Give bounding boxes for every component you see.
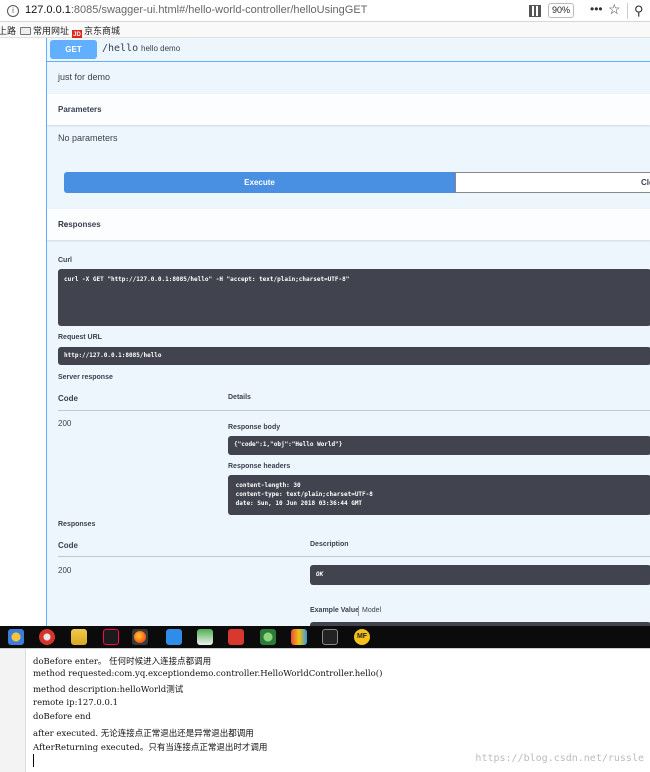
- example-value-tab[interactable]: Example Value: [310, 607, 359, 614]
- response-headers[interactable]: content-length: 30 content-type: text/pl…: [228, 475, 650, 515]
- zoom-badge[interactable]: 90%: [548, 3, 574, 18]
- bookmarks-bar: 上路 常用网址 JD 京东商城: [0, 22, 650, 40]
- more-icon[interactable]: •••: [590, 2, 603, 16]
- request-url-label: Request URL: [58, 334, 102, 341]
- console-line: after executed. 无论连接点正常退出还是异常退出都调用: [33, 729, 254, 739]
- clear-button[interactable]: Clear: [455, 172, 650, 193]
- response-status-code: 200: [58, 419, 72, 428]
- info-icon[interactable]: i: [7, 5, 19, 17]
- response-headers-label: Response headers: [228, 463, 291, 470]
- request-url[interactable]: http://127.0.0.1:8085/hello: [58, 347, 650, 365]
- taskbar: MF: [0, 626, 650, 648]
- mf-app-icon[interactable]: MF: [354, 629, 370, 645]
- execute-button[interactable]: Execute: [64, 172, 455, 193]
- qr-code-icon[interactable]: [529, 5, 541, 17]
- responses-header: Responses Re: [47, 209, 650, 240]
- details-column-header: Details: [228, 394, 251, 401]
- bookmark-item[interactable]: 上路: [0, 24, 16, 37]
- response-description: OK: [310, 565, 650, 585]
- sticky-note-icon[interactable]: [166, 629, 182, 645]
- color-picker-icon[interactable]: [291, 629, 307, 645]
- response-body[interactable]: {"code":1,"obj":"Hello World"}: [228, 436, 650, 455]
- endpoint-summary: hello demo: [141, 44, 181, 53]
- table-divider: [58, 410, 650, 411]
- parameters-header: Parameters: [47, 94, 650, 125]
- console-gutter: [0, 649, 26, 772]
- firefox-icon[interactable]: [132, 629, 148, 645]
- bookmark-common-sites[interactable]: 常用网址: [20, 24, 69, 37]
- description-column-header: Description: [310, 541, 349, 548]
- folder-icon: [20, 27, 31, 35]
- endpoint-description: just for demo: [58, 72, 111, 82]
- redis-icon[interactable]: [228, 629, 244, 645]
- watermark: https://blog.csdn.net/russle: [475, 753, 644, 764]
- console-line: remote ip:127.0.0.1: [33, 698, 118, 708]
- terminal-icon[interactable]: [322, 629, 338, 645]
- tab-divider: [358, 606, 359, 616]
- console-output: doBefore enter。 任何时候进入连接点都调用 method requ…: [0, 648, 650, 772]
- model-tab[interactable]: Model: [362, 607, 381, 614]
- console-line: doBefore end: [33, 712, 91, 722]
- no-parameters-text: No parameters: [58, 133, 118, 143]
- page-left-margin: [0, 38, 46, 626]
- documented-responses-title: Responses: [58, 521, 96, 528]
- url-text[interactable]: 127.0.0.1:8085/swagger-ui.html#/hello-wo…: [25, 4, 367, 16]
- console-line: doBefore enter。 任何时候进入连接点都调用: [33, 657, 212, 667]
- bookmark-star-icon[interactable]: ☆: [608, 1, 621, 18]
- bookmark-label: 京东商城: [84, 26, 121, 36]
- responses-content-type-label: Re: [58, 220, 69, 229]
- media-player-icon[interactable]: [8, 629, 24, 645]
- response-body-label: Response body: [228, 424, 281, 431]
- endpoint-path: /hello: [102, 43, 139, 54]
- toolbar-divider: [627, 3, 628, 19]
- teamspeak-icon[interactable]: [260, 629, 276, 645]
- url-host: 127.0.0.1: [25, 4, 71, 16]
- curl-command[interactable]: curl -X GET "http://127.0.0.1:8085/hello…: [58, 269, 650, 326]
- code-column-header: Code: [58, 541, 78, 550]
- curl-label: Curl: [58, 257, 72, 264]
- console-line: AfterReturning executed。只有当连接点正常退出时才调用: [33, 743, 268, 753]
- table-divider: [58, 556, 650, 557]
- bookmark-label: 常用网址: [33, 26, 70, 36]
- code-column-header: Code: [58, 394, 78, 403]
- operation-block: GET /hello hello demo just for demo Para…: [46, 38, 650, 626]
- folder-icon[interactable]: [71, 629, 87, 645]
- documented-status-code: 200: [58, 566, 72, 575]
- address-bar[interactable]: i 127.0.0.1:8085/swagger-ui.html#/hello-…: [0, 0, 650, 22]
- bird-app-icon[interactable]: [39, 629, 55, 645]
- search-icon[interactable]: ⚲: [634, 3, 644, 19]
- server-response-label: Server response: [58, 374, 113, 381]
- console-line: method requested:com.yq.exceptiondemo.co…: [33, 669, 383, 679]
- text-cursor: [33, 754, 34, 767]
- execute-wrapper: Execute Clear: [64, 172, 650, 193]
- method-badge: GET: [50, 40, 97, 59]
- intellij-icon[interactable]: [103, 629, 119, 645]
- console-line: method description:helloWorld测试: [33, 685, 184, 695]
- editor-icon[interactable]: [197, 629, 213, 645]
- operation-summary[interactable]: GET /hello hello demo: [47, 38, 650, 62]
- url-path: :8085/swagger-ui.html#/hello-world-contr…: [70, 4, 368, 16]
- parameters-title: Parameters: [58, 105, 102, 114]
